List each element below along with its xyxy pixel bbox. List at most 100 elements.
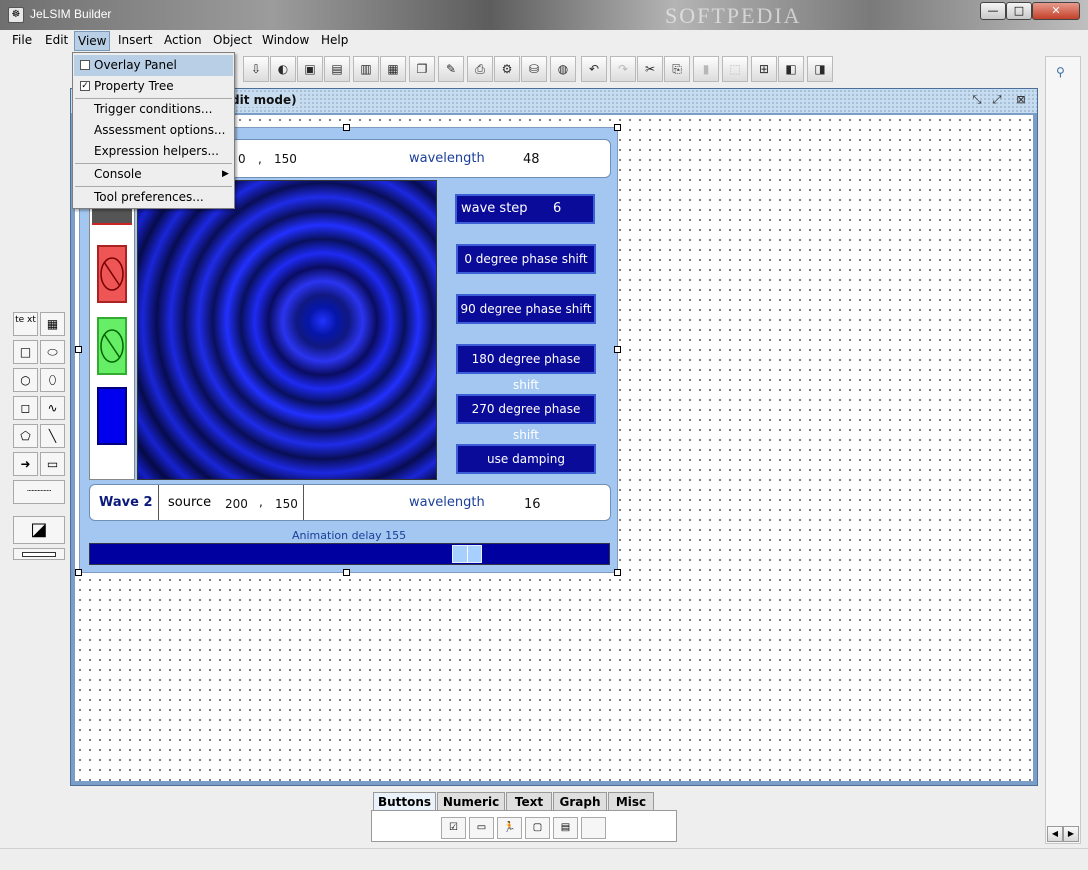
slider-thumb[interactable] bbox=[452, 545, 482, 563]
selection-handle[interactable] bbox=[75, 569, 82, 576]
menu-item-overlay-panel[interactable]: Overlay Panel bbox=[74, 55, 233, 76]
toggle-component-icon[interactable]: ▤ bbox=[553, 817, 578, 839]
wave1-source-x[interactable]: 0 bbox=[238, 152, 246, 166]
menu-window[interactable]: Window bbox=[262, 33, 309, 47]
menu-help[interactable]: Help bbox=[321, 33, 348, 47]
menu-item-tool-preferences[interactable]: Tool preferences... bbox=[74, 187, 233, 208]
selection-handle[interactable] bbox=[343, 124, 350, 131]
checkbox-component-icon[interactable]: ☑ bbox=[441, 817, 466, 839]
line-tool-icon[interactable]: ╲ bbox=[40, 424, 65, 448]
menu-insert[interactable]: Insert bbox=[118, 33, 152, 47]
animation-delay-slider[interactable] bbox=[89, 543, 610, 565]
line-width-tool-icon[interactable] bbox=[13, 548, 65, 560]
selection-handle[interactable] bbox=[614, 569, 621, 576]
menu-action[interactable]: Action bbox=[164, 33, 202, 47]
selection-handle[interactable] bbox=[343, 569, 350, 576]
frame-maximize-icon[interactable]: ⤢ bbox=[989, 93, 1005, 109]
button-tool-icon[interactable]: ▭ bbox=[40, 452, 65, 476]
open-icon[interactable]: ▣ bbox=[297, 56, 323, 82]
settings-icon[interactable]: ⚙ bbox=[494, 56, 520, 82]
blue-light-icon bbox=[97, 387, 127, 445]
circle-tool-icon[interactable]: ○ bbox=[13, 368, 38, 392]
tool-palette: te xt ▦ □ ⬭ ○ ⬯ ◻ ∿ ⬠ ╲ ➜ ▭ ┈┈┈┈ ◪ bbox=[11, 312, 69, 564]
undo-icon[interactable]: ↶ bbox=[581, 56, 607, 82]
minimize-button[interactable]: — bbox=[980, 2, 1006, 20]
rounded-rect-tool-icon[interactable]: ⬭ bbox=[40, 340, 65, 364]
send-back-icon[interactable]: ◨ bbox=[807, 56, 833, 82]
export-icon[interactable]: ▦ bbox=[380, 56, 406, 82]
paste-icon[interactable]: ▮ bbox=[693, 56, 719, 82]
tab-misc[interactable]: Misc bbox=[608, 792, 654, 811]
text-tool-icon[interactable]: te xt bbox=[13, 312, 38, 336]
wave2-wavelength-value[interactable]: 16 bbox=[524, 497, 541, 512]
wave2-source-y[interactable]: 150 bbox=[275, 497, 298, 511]
frame-close-icon[interactable]: ⊠ bbox=[1013, 93, 1029, 109]
polygon-tool-icon[interactable]: ⬠ bbox=[13, 424, 38, 448]
import-icon[interactable]: ⇩ bbox=[243, 56, 269, 82]
empty-slot-icon[interactable] bbox=[581, 817, 606, 839]
color-picker-icon[interactable]: ◪ bbox=[13, 516, 65, 544]
wave-step-label: wave step bbox=[461, 201, 528, 216]
menu-item-console[interactable]: Console ▶ bbox=[74, 164, 233, 185]
menu-item-trigger-conditions[interactable]: Trigger conditions... bbox=[74, 99, 233, 120]
menu-object[interactable]: Object bbox=[213, 33, 252, 47]
image-tool-icon[interactable]: ▦ bbox=[40, 312, 65, 336]
wave1-source-y[interactable]: 150 bbox=[274, 152, 297, 166]
wave2-comma: , bbox=[259, 495, 263, 509]
edit-page-icon[interactable]: ✎ bbox=[438, 56, 464, 82]
select-icon[interactable]: ⬚ bbox=[722, 56, 748, 82]
overlay-panel-checkbox[interactable] bbox=[80, 60, 90, 70]
menu-file[interactable]: File bbox=[12, 33, 32, 47]
tab-text[interactable]: Text bbox=[506, 792, 552, 811]
tab-buttons[interactable]: Buttons bbox=[373, 792, 436, 811]
menu-edit[interactable]: Edit bbox=[45, 33, 68, 47]
frame-component-icon[interactable]: ▢ bbox=[525, 817, 550, 839]
wave-step-value[interactable]: 6 bbox=[553, 196, 561, 222]
use-damping-button[interactable]: use damping bbox=[456, 444, 596, 474]
maximize-button[interactable]: □ bbox=[1006, 2, 1032, 20]
wave2-source-x[interactable]: 200 bbox=[225, 497, 248, 511]
copy-page-icon[interactable]: ❐ bbox=[409, 56, 435, 82]
curve-tool-icon[interactable]: ∿ bbox=[40, 396, 65, 420]
menu-item-assessment-options[interactable]: Assessment options... bbox=[74, 120, 233, 141]
scroll-left-button[interactable]: ◀ bbox=[1047, 826, 1063, 842]
menu-item-expression-helpers[interactable]: Expression helpers... bbox=[74, 141, 233, 162]
property-tree-checkbox[interactable]: ✓ bbox=[80, 81, 90, 91]
pin-icon[interactable]: ⚲ bbox=[1056, 65, 1065, 79]
menu-view[interactable]: View bbox=[74, 31, 111, 51]
runner-component-icon[interactable]: 🏃 bbox=[497, 817, 522, 839]
close-button[interactable]: ✕ bbox=[1032, 2, 1080, 20]
print-icon[interactable]: ⎙ bbox=[467, 56, 493, 82]
save-as-icon[interactable]: ▥ bbox=[353, 56, 379, 82]
selection-handle[interactable] bbox=[614, 124, 621, 131]
phase-180-button[interactable]: 180 degree phase shift bbox=[456, 344, 596, 392]
selection-handle[interactable] bbox=[614, 346, 621, 353]
database-icon[interactable]: ⛁ bbox=[521, 56, 547, 82]
redo-icon[interactable]: ↷ bbox=[610, 56, 636, 82]
ellipse-tool-icon[interactable]: ⬯ bbox=[40, 368, 65, 392]
wave1-wavelength-value[interactable]: 48 bbox=[523, 152, 540, 167]
menu-item-property-tree[interactable]: ✓ Property Tree bbox=[74, 76, 233, 97]
dashed-line-tool-icon[interactable]: ┈┈┈┈ bbox=[13, 480, 65, 504]
globe-icon[interactable]: ◍ bbox=[550, 56, 576, 82]
square-tool-icon[interactable]: ◻ bbox=[13, 396, 38, 420]
button-component-icon[interactable]: ▭ bbox=[469, 817, 494, 839]
tab-numeric[interactable]: Numeric bbox=[437, 792, 505, 811]
phase-90-button[interactable]: 90 degree phase shift bbox=[456, 294, 596, 324]
frame-minimize-icon[interactable]: ⤡ bbox=[969, 93, 985, 109]
selection-handle[interactable] bbox=[75, 346, 82, 353]
scroll-right-button[interactable]: ▶ bbox=[1063, 826, 1079, 842]
arrow-tool-icon[interactable]: ➜ bbox=[13, 452, 38, 476]
cut-icon[interactable]: ✂ bbox=[637, 56, 663, 82]
bring-front-icon[interactable]: ◧ bbox=[778, 56, 804, 82]
rectangle-tool-icon[interactable]: □ bbox=[13, 340, 38, 364]
phase-0-button[interactable]: 0 degree phase shift bbox=[456, 244, 596, 274]
right-pane-scrollbar: ◀ ▶ bbox=[1047, 826, 1079, 842]
paint-icon[interactable]: ◐ bbox=[270, 56, 296, 82]
copy-icon[interactable]: ⎘ bbox=[664, 56, 690, 82]
wave-interference-display[interactable] bbox=[137, 180, 437, 480]
save-icon[interactable]: ▤ bbox=[324, 56, 350, 82]
group-icon[interactable]: ⊞ bbox=[751, 56, 777, 82]
tab-graph[interactable]: Graph bbox=[553, 792, 607, 811]
phase-270-button[interactable]: 270 degree phase shift bbox=[456, 394, 596, 442]
